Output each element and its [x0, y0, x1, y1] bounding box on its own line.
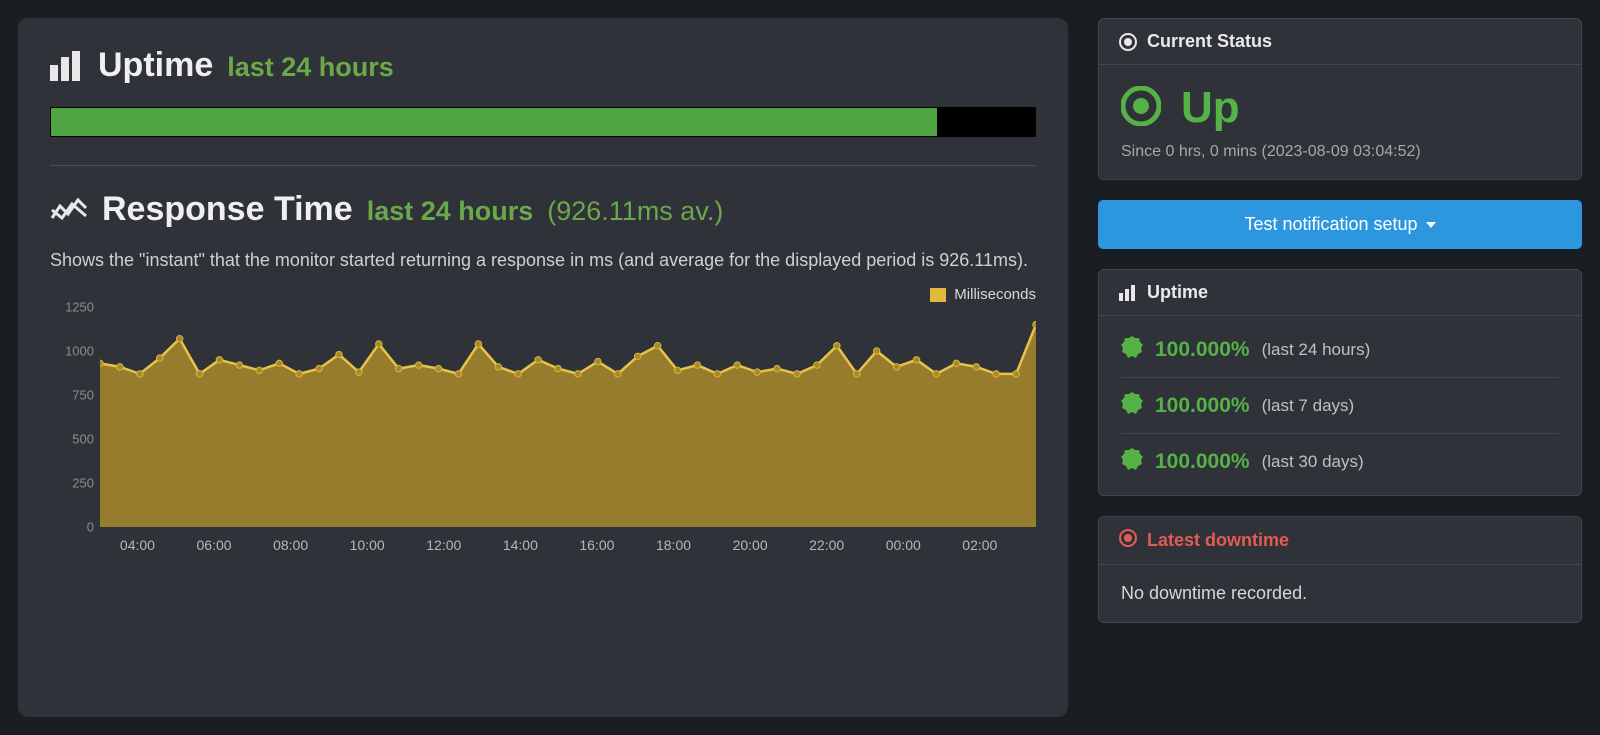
line-chart-icon [50, 196, 88, 224]
y-tick: 500 [50, 432, 94, 447]
uptime-title-row: Uptime last 24 hours [50, 46, 1036, 85]
x-tick: 10:00 [350, 537, 385, 553]
status-up-label: Up [1181, 83, 1240, 133]
x-tick: 04:00 [120, 537, 155, 553]
response-avg: (926.11ms av.) [547, 196, 723, 227]
status-up-row: Up [1121, 83, 1559, 133]
uptime-range: (last 24 hours) [1262, 340, 1371, 360]
x-tick: 06:00 [196, 537, 231, 553]
bars-icon [50, 51, 84, 81]
uptime-subtitle: last 24 hours [227, 52, 394, 83]
chart-x-axis: 04:00 06:00 08:00 10:00 12:00 14:00 16:00 18:00… [100, 531, 1036, 557]
y-tick: 1000 [50, 344, 94, 359]
x-tick: 18:00 [656, 537, 691, 553]
current-status-title: Current Status [1147, 31, 1272, 52]
y-tick: 0 [50, 520, 94, 535]
x-tick: 22:00 [809, 537, 844, 553]
current-status-header: Current Status [1099, 19, 1581, 65]
x-tick: 02:00 [962, 537, 997, 553]
x-tick: 08:00 [273, 537, 308, 553]
test-notification-label: Test notification setup [1244, 214, 1417, 235]
response-description: Shows the "instant" that the monitor sta… [50, 247, 1036, 274]
side-column: Current Status Up Since 0 hrs, 0 mins (2… [1098, 18, 1582, 717]
chart-y-axis: 025050075010001250 [50, 307, 94, 527]
response-title: Response Time [102, 190, 353, 229]
x-tick: 16:00 [579, 537, 614, 553]
test-notification-button[interactable]: Test notification setup [1098, 200, 1582, 249]
uptime-pct: 100.000% [1155, 394, 1250, 418]
current-status-panel: Current Status Up Since 0 hrs, 0 mins (2… [1098, 18, 1582, 180]
downtime-body: No downtime recorded. [1099, 565, 1581, 622]
chevron-down-icon [1426, 222, 1436, 228]
downtime-header: Latest downtime [1099, 517, 1581, 565]
uptime-bar-track [50, 107, 1036, 137]
x-tick: 14:00 [503, 537, 538, 553]
uptime-stats-list: 100.000% (last 24 hours) 100.000% (last 7 d… [1121, 322, 1559, 489]
x-tick: 00:00 [886, 537, 921, 553]
legend-swatch [930, 288, 946, 302]
uptime-pct: 100.000% [1155, 338, 1250, 362]
alert-icon [1119, 529, 1137, 552]
downtime-title: Latest downtime [1147, 530, 1289, 551]
status-since: Since 0 hrs, 0 mins (2023-08-09 03:04:52… [1121, 143, 1559, 161]
y-tick: 750 [50, 388, 94, 403]
uptime-stat-row: 100.000% (last 7 days) [1121, 377, 1559, 433]
uptime-title: Uptime [98, 46, 213, 85]
badge-icon [1121, 448, 1143, 475]
uptime-pct: 100.000% [1155, 450, 1250, 474]
uptime-stat-row: 100.000% (last 30 days) [1121, 433, 1559, 489]
main-panel: Uptime last 24 hours Response Time last … [18, 18, 1068, 717]
x-tick: 12:00 [426, 537, 461, 553]
badge-icon [1121, 392, 1143, 419]
uptime-range: (last 30 days) [1262, 452, 1364, 472]
response-title-row: Response Time last 24 hours (926.11ms av… [50, 190, 1036, 229]
radio-icon [1119, 33, 1137, 51]
y-tick: 250 [50, 476, 94, 491]
response-chart: 025050075010001250 04:0006:0008:0010:001… [50, 307, 1036, 557]
bars-icon [1119, 285, 1137, 301]
chart-legend: Milliseconds [50, 286, 1036, 303]
downtime-panel: Latest downtime No downtime recorded. [1098, 516, 1582, 623]
uptime-stat-row: 100.000% (last 24 hours) [1121, 322, 1559, 377]
status-up-icon [1121, 86, 1161, 131]
uptime-stats-title: Uptime [1147, 282, 1208, 303]
uptime-bar-fill [51, 108, 937, 136]
y-tick: 1250 [50, 300, 94, 315]
uptime-range: (last 7 days) [1262, 396, 1355, 416]
chart-plot-area [100, 307, 1036, 527]
legend-label: Milliseconds [954, 286, 1036, 303]
badge-icon [1121, 336, 1143, 363]
uptime-stats-panel: Uptime 100.000% (last 24 hours) 100.000% (l… [1098, 269, 1582, 496]
response-subtitle: last 24 hours [367, 196, 534, 227]
x-tick: 20:00 [733, 537, 768, 553]
uptime-stats-header: Uptime [1099, 270, 1581, 316]
divider [50, 165, 1036, 166]
